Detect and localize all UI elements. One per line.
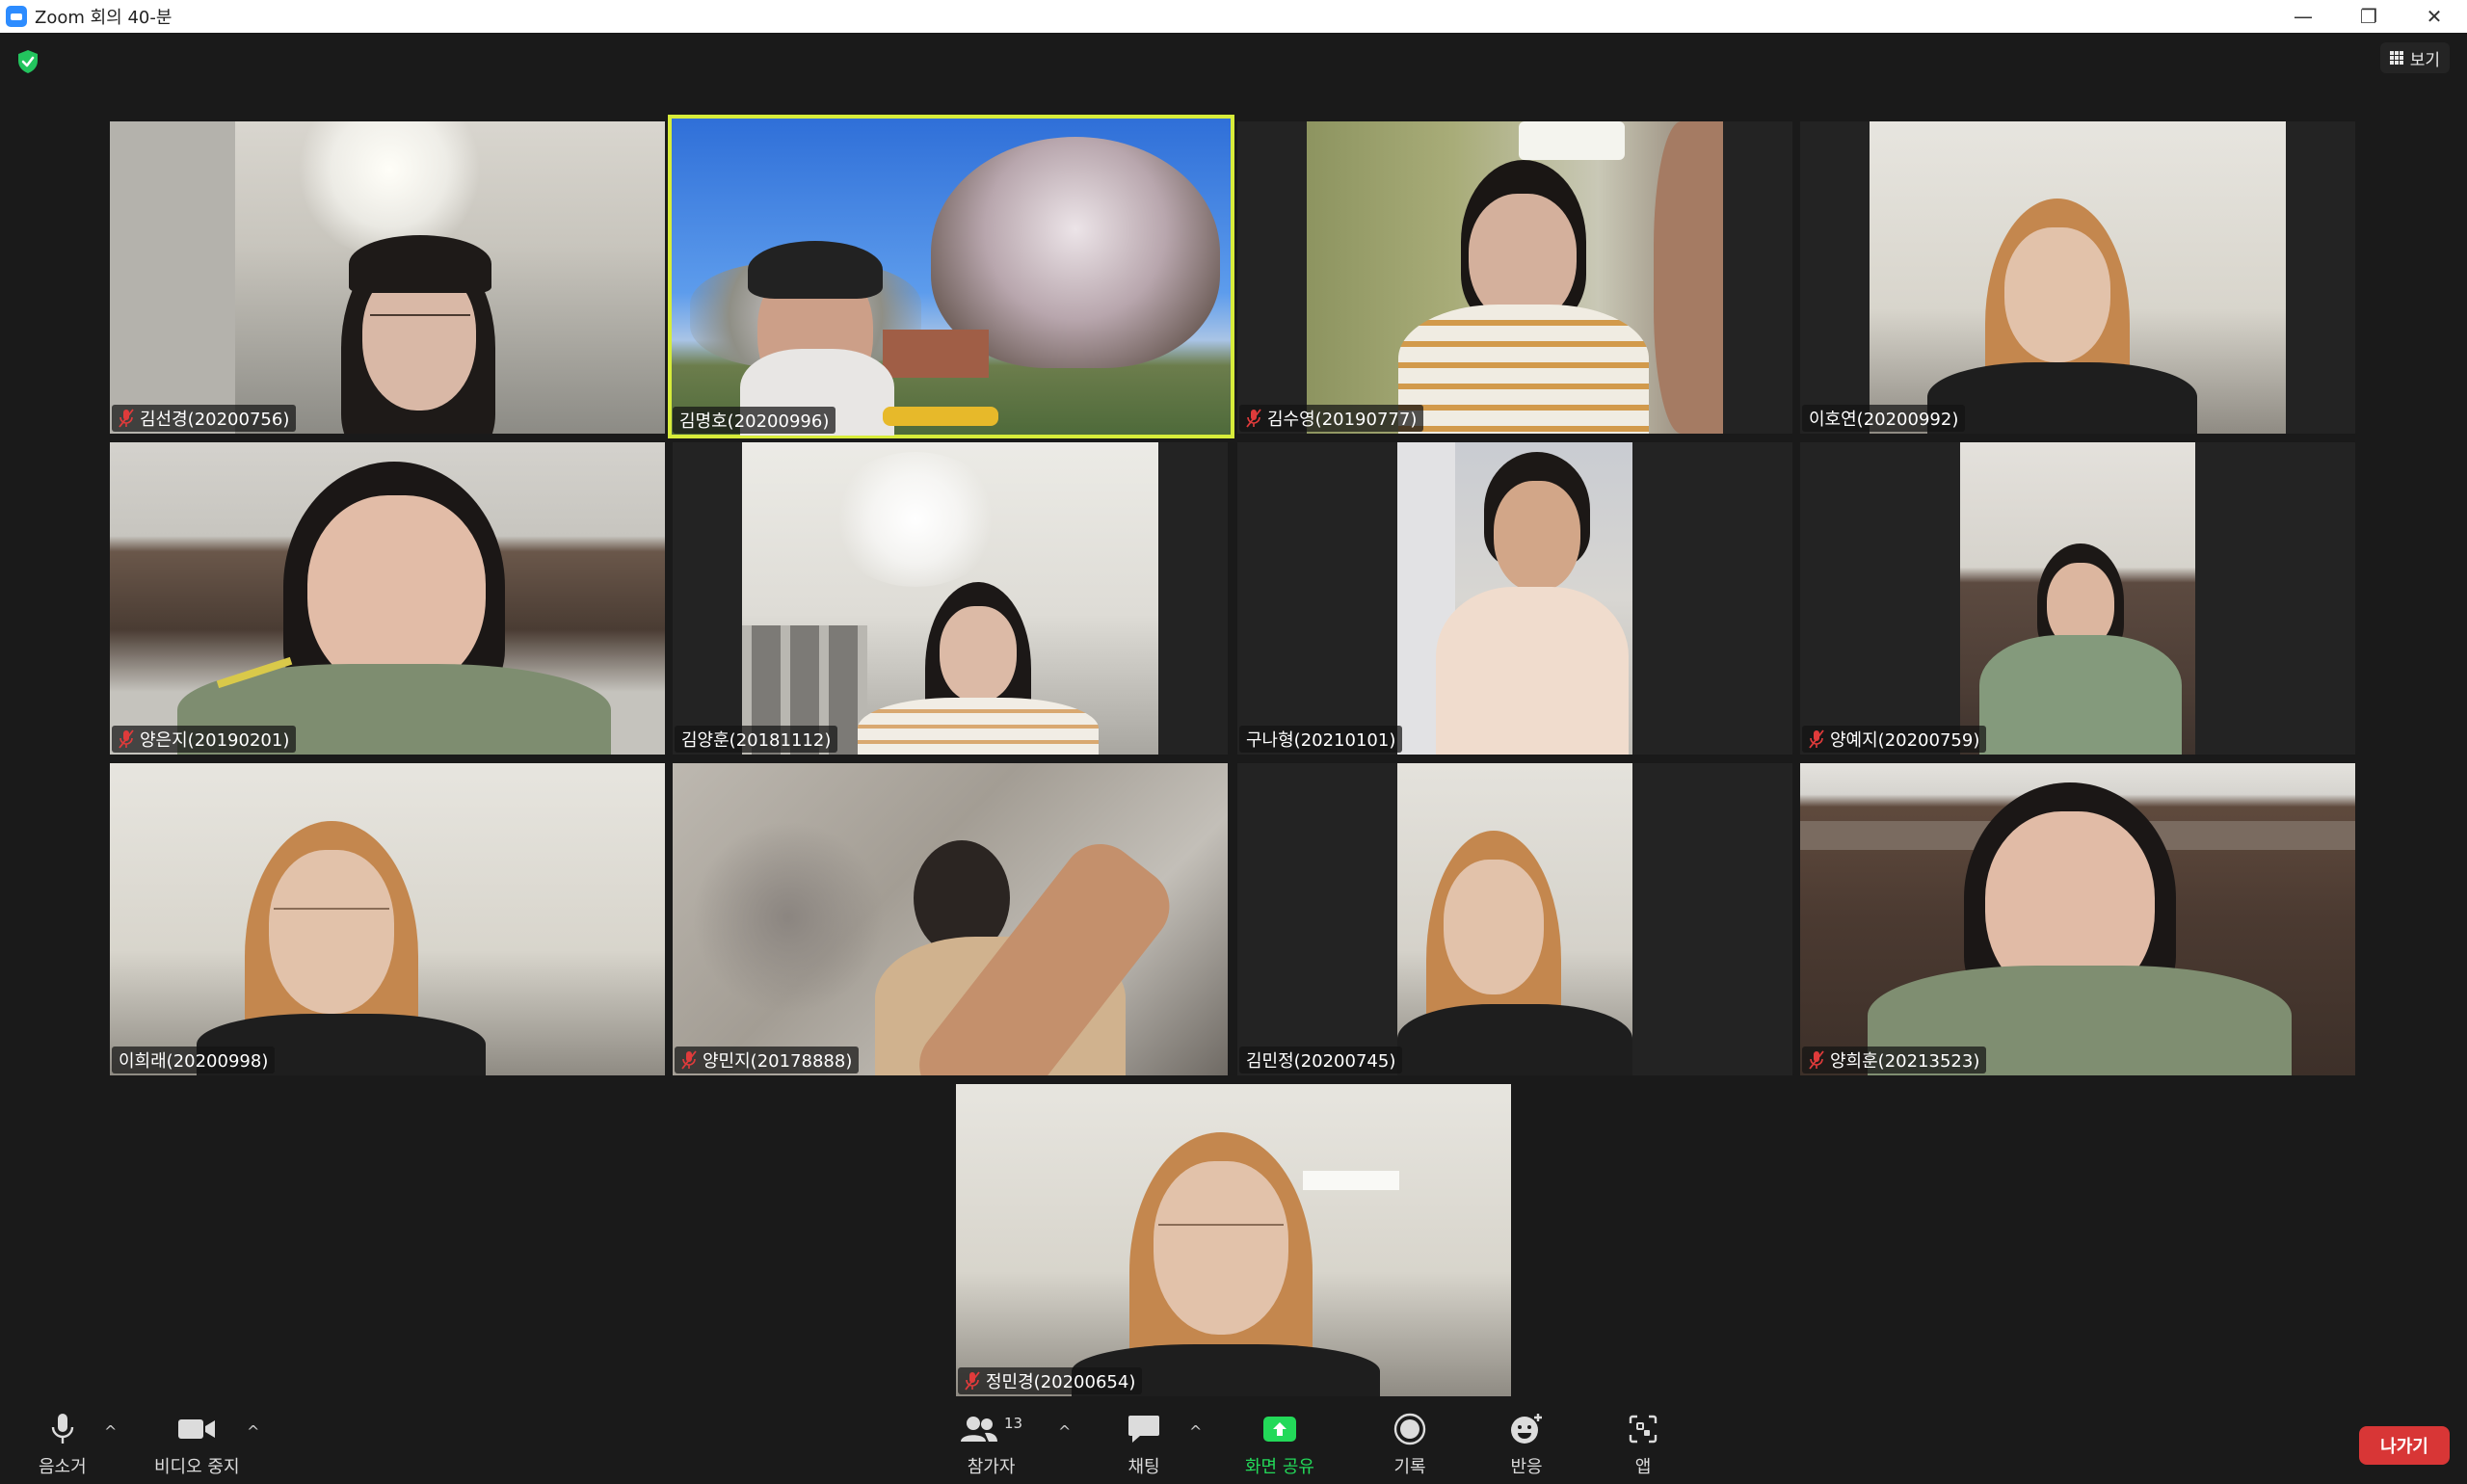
leave-meeting-button[interactable]: 나가기 <box>2359 1426 2450 1465</box>
participant-name-label: 양민지(20178888) <box>675 1047 860 1073</box>
muted-mic-icon <box>1246 409 1261 428</box>
grid-view-icon <box>2389 50 2404 66</box>
share-screen-button[interactable]: 화면 공유 <box>1245 1411 1314 1478</box>
video-tile[interactable]: 양예지(20200759) <box>1800 442 2355 755</box>
minimize-button[interactable]: — <box>2270 0 2336 33</box>
participant-name-label: 구나형(20210101) <box>1239 726 1403 753</box>
share-label: 화면 공유 <box>1245 1457 1314 1477</box>
participants-label: 참가자 <box>967 1457 1016 1477</box>
video-tile[interactable]: 김양훈(20181112) <box>673 442 1228 755</box>
audio-options-chevron-icon[interactable]: ^ <box>104 1422 117 1441</box>
participants-count: 13 <box>1004 1415 1023 1432</box>
share-screen-icon <box>1262 1417 1296 1442</box>
participant-name-label: 김명호(20200996) <box>673 407 836 434</box>
apps-label: 앱 <box>1634 1457 1652 1477</box>
video-tile[interactable]: 양희훈(20213523) <box>1800 763 2355 1075</box>
video-label: 비디오 중지 <box>154 1457 240 1477</box>
muted-mic-icon <box>119 729 134 749</box>
record-button[interactable]: 기록 <box>1393 1411 1426 1478</box>
participant-name-label: 김양훈(20181112) <box>675 726 838 753</box>
video-tile[interactable]: 구나형(20210101) <box>1237 442 1792 755</box>
video-tile[interactable]: 양은지(20190201) <box>110 442 665 755</box>
participant-name: 양희훈(20213523) <box>1830 1051 1980 1072</box>
chat-label: 채팅 <box>1127 1457 1160 1477</box>
muted-mic-icon <box>681 1050 697 1070</box>
meeting-toolbar <box>0 1399 2467 1484</box>
record-label: 기록 <box>1393 1457 1426 1477</box>
muted-mic-icon <box>965 1371 980 1391</box>
chat-bubble-icon <box>1128 1416 1159 1443</box>
reactions-label: 반응 <box>1510 1457 1543 1477</box>
video-tile[interactable]: 김수영(20190777) <box>1237 121 1792 434</box>
participant-name-label: 김민정(20200745) <box>1239 1047 1403 1073</box>
mute-button[interactable]: 음소거 <box>39 1411 87 1478</box>
video-tile[interactable]: 김선경(20200756) <box>110 121 665 434</box>
restore-button[interactable]: ❐ <box>2336 0 2401 33</box>
participant-name-label: 이호연(20200992) <box>1802 405 1966 432</box>
video-tile[interactable]: 이호연(20200992) <box>1800 121 2355 434</box>
participant-name-label: 양은지(20190201) <box>112 726 297 753</box>
participant-name: 이호연(20200992) <box>1809 410 1959 430</box>
participant-name: 김민정(20200745) <box>1246 1051 1396 1072</box>
participant-name: 김수영(20190777) <box>1267 410 1418 430</box>
reactions-button[interactable]: 반응 <box>1509 1411 1544 1478</box>
participant-name: 이희래(20200998) <box>119 1051 269 1072</box>
security-shield-icon[interactable] <box>16 49 40 74</box>
view-button[interactable]: 보기 <box>2379 42 2450 73</box>
chat-button[interactable]: 채팅 <box>1127 1411 1160 1478</box>
view-label: 보기 <box>2409 50 2440 70</box>
participant-name: 양민지(20178888) <box>703 1051 853 1072</box>
participant-name: 김명호(20200996) <box>679 411 830 432</box>
participant-name: 양예지(20200759) <box>1830 730 1980 751</box>
chat-options-chevron-icon[interactable]: ^ <box>1189 1422 1202 1441</box>
muted-mic-icon <box>1809 1050 1824 1070</box>
window-title: Zoom 회의 40-분 <box>35 8 172 28</box>
muted-mic-icon <box>119 409 134 428</box>
video-tile[interactable]: 이희래(20200998) <box>110 763 665 1075</box>
muted-mic-icon <box>1809 729 1824 749</box>
apps-button[interactable]: 앱 <box>1629 1411 1658 1478</box>
participant-name: 양은지(20190201) <box>140 730 290 751</box>
video-tile[interactable]: 정민경(20200654) <box>956 1084 1511 1396</box>
participant-name: 김양훈(20181112) <box>681 730 832 751</box>
video-camera-icon <box>178 1419 216 1439</box>
video-options-chevron-icon[interactable]: ^ <box>247 1422 259 1441</box>
video-tile-active-speaker[interactable]: 김명호(20200996) <box>668 115 1234 438</box>
participant-name: 정민경(20200654) <box>986 1372 1136 1392</box>
participants-button[interactable]: 13 참가자 <box>960 1411 1022 1478</box>
zoom-app-icon <box>6 6 27 27</box>
participant-name-label: 김수영(20190777) <box>1239 405 1424 432</box>
participant-name-label: 이희래(20200998) <box>112 1047 276 1073</box>
participant-name: 구나형(20210101) <box>1246 730 1396 751</box>
participant-name: 김선경(20200756) <box>140 410 290 430</box>
microphone-icon <box>51 1414 74 1444</box>
participants-icon <box>961 1417 997 1442</box>
stop-video-button[interactable]: 비디오 중지 <box>154 1411 240 1478</box>
participant-name-label: 정민경(20200654) <box>958 1367 1143 1394</box>
mute-label: 음소거 <box>39 1457 87 1477</box>
smiley-reaction-icon <box>1511 1414 1542 1444</box>
record-icon <box>1393 1413 1426 1445</box>
participant-name-label: 김선경(20200756) <box>112 405 297 432</box>
video-tile[interactable]: 양민지(20178888) <box>673 763 1228 1075</box>
video-tile[interactable]: 김민정(20200745) <box>1237 763 1792 1075</box>
participant-name-label: 양희훈(20213523) <box>1802 1047 1987 1073</box>
close-button[interactable]: ✕ <box>2401 0 2467 33</box>
apps-icon <box>1629 1415 1658 1444</box>
window-titlebar: Zoom 회의 40-분 — ❐ ✕ <box>0 0 2467 33</box>
participants-options-chevron-icon[interactable]: ^ <box>1058 1422 1071 1441</box>
participant-name-label: 양예지(20200759) <box>1802 726 1987 753</box>
